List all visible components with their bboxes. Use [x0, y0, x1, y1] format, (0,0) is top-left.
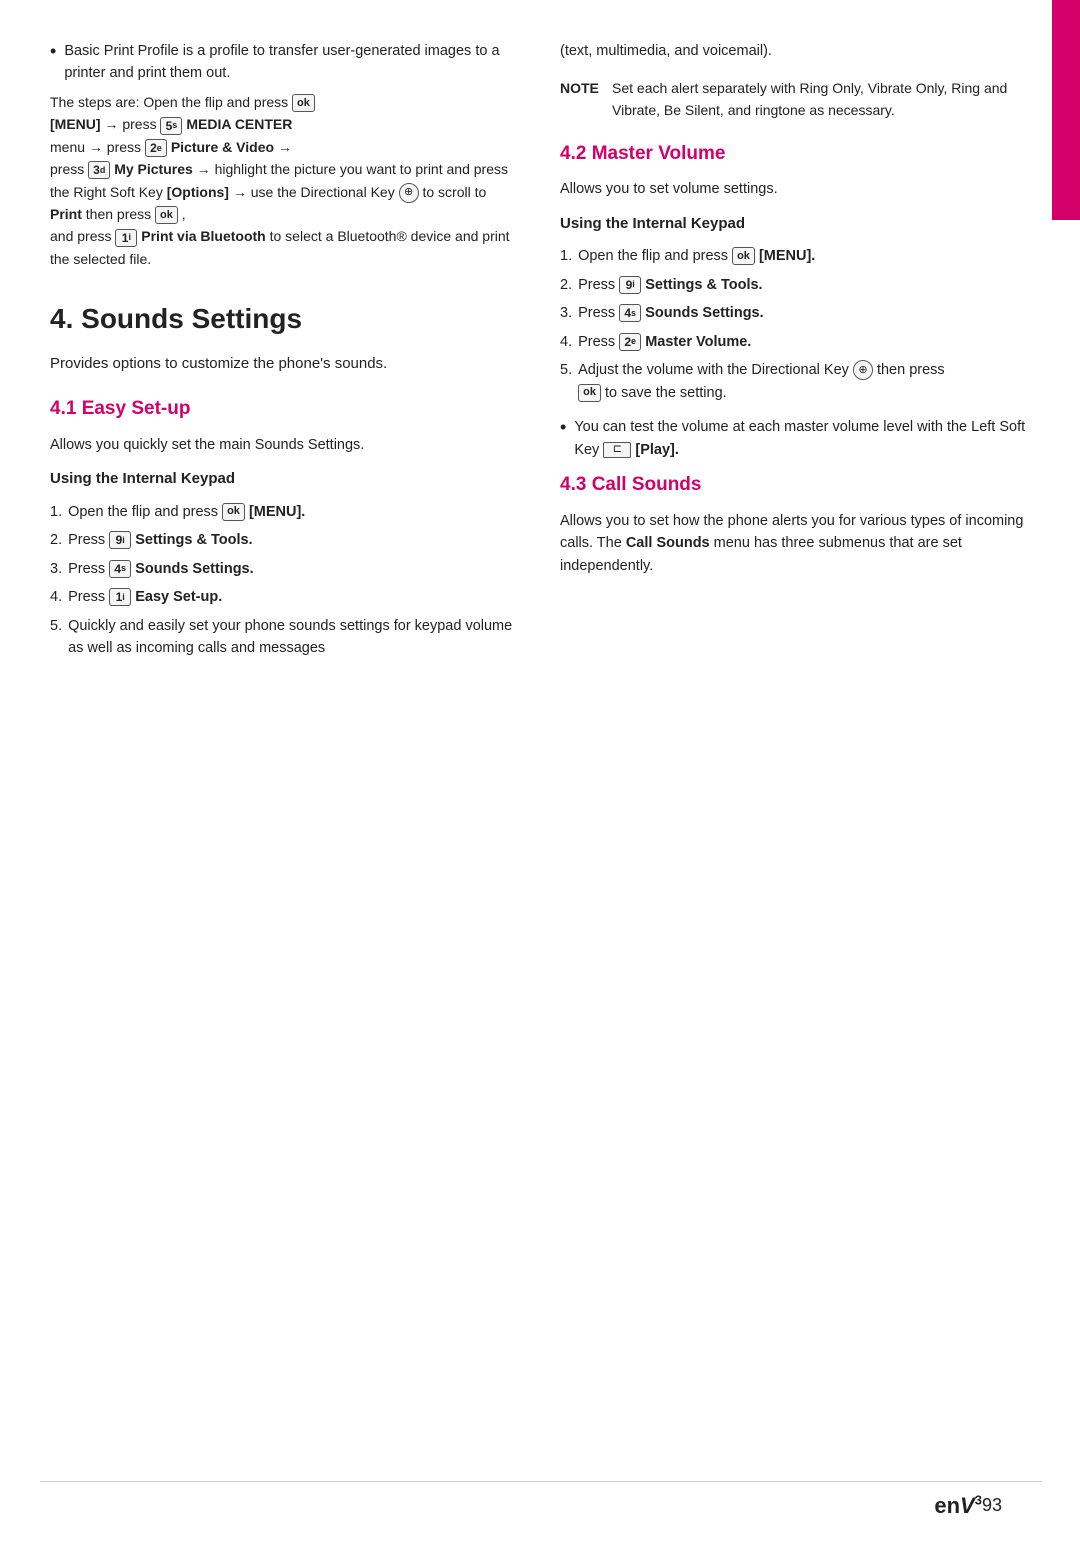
bullet-dot: • [50, 40, 56, 85]
chapter-intro: Provides options to customize the phone'… [50, 352, 520, 375]
comma-label: , [182, 206, 186, 222]
media-center-label: MEDIA CENTER [186, 116, 292, 132]
key-4s: 4s [109, 560, 131, 578]
bullet-dot-42: • [560, 416, 566, 461]
ok-key-s41: ok [222, 503, 245, 521]
options-label: [Options] [167, 184, 229, 200]
section-43-bold: Call Sounds [626, 535, 710, 551]
step-num: 3. [50, 558, 62, 580]
num3-key: 3d [88, 161, 110, 179]
step-num: 2. [50, 529, 62, 551]
num1b-key: 1i [115, 229, 137, 247]
step-content: Press 9i Settings & Tools. [578, 274, 1030, 296]
section-43-heading: 4.3 Call Sounds [560, 471, 1030, 500]
print-label: Print [50, 206, 82, 222]
section-41-intro: Allows you quickly set the main Sounds S… [50, 434, 520, 456]
section-41-heading: 4.1 Easy Set-up [50, 395, 520, 424]
ok-key-s42: ok [732, 247, 755, 265]
dir-key-42: ⊕ [853, 360, 873, 380]
num5-key: 5s [160, 117, 182, 135]
section-42-heading: 4.2 Master Volume [560, 140, 1030, 169]
key-1i: 1i [109, 588, 131, 606]
bullet-42: • You can test the volume at each master… [560, 416, 1030, 461]
use-label: use the Directional Key [251, 184, 399, 200]
step-num: 5. [50, 615, 62, 660]
chapter-heading: 4. Sounds Settings [50, 298, 520, 340]
soft-key-play: ⊏ [603, 442, 631, 458]
right-top-text: (text, multimedia, and voicemail). [560, 40, 1030, 62]
bullet-text-1: Basic Print Profile is a profile to tran… [64, 40, 520, 85]
step-41-1: 1. Open the flip and press ok [MENU]. [50, 501, 520, 523]
step-content: Press 4s Sounds Settings. [68, 558, 520, 580]
step-num: 5. [560, 359, 572, 404]
then-label: then press [86, 206, 155, 222]
ok-key-1: ok [292, 94, 315, 112]
key-2e-42: 2e [619, 333, 641, 351]
bottom-rule [40, 1481, 1042, 1482]
step-content: Open the flip and press ok [MENU]. [68, 501, 520, 523]
step-num: 1. [50, 501, 62, 523]
bluetooth-label: Print via Bluetooth [141, 228, 265, 244]
steps-42-list: 1. Open the flip and press ok [MENU]. 2.… [560, 245, 1030, 404]
press3-label: press [50, 161, 88, 177]
note-text: Set each alert separately with Ring Only… [612, 78, 1030, 121]
note-block: NOTE Set each alert separately with Ring… [560, 78, 1030, 121]
step-num: 4. [560, 331, 572, 353]
menu2-label: menu → press [50, 139, 145, 155]
step-content: Quickly and easily set your phone sounds… [68, 615, 520, 660]
step-41-5: 5. Quickly and easily set your phone sou… [50, 615, 520, 660]
ok-key-2: ok [155, 206, 178, 224]
num2-key: 2e [145, 139, 167, 157]
press-label: press [122, 116, 160, 132]
bullet-42-text: You can test the volume at each master v… [574, 416, 1030, 461]
arrow2-label: → [233, 184, 251, 200]
menu-label-1: [MENU] → [50, 116, 118, 132]
note-label: NOTE [560, 78, 602, 121]
section-tab [1052, 0, 1080, 220]
step-content: Press 1i Easy Set-up. [68, 586, 520, 608]
step-num: 2. [560, 274, 572, 296]
scroll-label: to scroll to [422, 184, 486, 200]
and-label: and press [50, 228, 115, 244]
step-num: 1. [560, 245, 572, 267]
key-9i: 9i [109, 531, 131, 549]
right-column: (text, multimedia, and voicemail). NOTE … [560, 40, 1030, 1492]
step-41-4: 4. Press 1i Easy Set-up. [50, 586, 520, 608]
step-42-4: 4. Press 2e Master Volume. [560, 331, 1030, 353]
step-42-5: 5. Adjust the volume with the Directiona… [560, 359, 1030, 404]
step-content: Press 2e Master Volume. [578, 331, 1030, 353]
steps-41-list: 1. Open the flip and press ok [MENU]. 2.… [50, 501, 520, 660]
picture-video-label: Picture & Video → [171, 139, 292, 155]
top-bullet-section: • Basic Print Profile is a profile to tr… [50, 40, 520, 270]
bullet-item-1: • Basic Print Profile is a profile to tr… [50, 40, 520, 85]
steps-text: The steps are: Open the flip and press o… [50, 91, 520, 270]
step-41-3: 3. Press 4s Sounds Settings. [50, 558, 520, 580]
step-num: 3. [560, 302, 572, 324]
subsection-41-heading: Using the Internal Keypad [50, 468, 520, 491]
step-42-2: 2. Press 9i Settings & Tools. [560, 274, 1030, 296]
step-content: Open the flip and press ok [MENU]. [578, 245, 1030, 267]
steps-intro: The steps are: Open the flip and press [50, 94, 288, 110]
step-42-1: 1. Open the flip and press ok [MENU]. [560, 245, 1030, 267]
brand-logo: enV3 [934, 1489, 982, 1522]
left-column: • Basic Print Profile is a profile to tr… [50, 40, 520, 1492]
step-42-3: 3. Press 4s Sounds Settings. [560, 302, 1030, 324]
section-42-intro: Allows you to set volume settings. [560, 178, 1030, 200]
page: • Basic Print Profile is a profile to tr… [0, 0, 1080, 1552]
subsection-42-heading: Using the Internal Keypad [560, 213, 1030, 236]
step-content: Adjust the volume with the Directional K… [578, 359, 1030, 404]
footer: enV3 93 [0, 1489, 1052, 1522]
dir-key-1: ⊕ [399, 183, 419, 203]
key-4s-42: 4s [619, 304, 641, 322]
key-9i-42: 9i [619, 276, 641, 294]
mypictures-label: My Pictures → [114, 161, 210, 177]
step-content: Press 4s Sounds Settings. [578, 302, 1030, 324]
step-num: 4. [50, 586, 62, 608]
page-number: 93 [982, 1492, 1002, 1519]
step-content: Press 9i Settings & Tools. [68, 529, 520, 551]
step-41-2: 2. Press 9i Settings & Tools. [50, 529, 520, 551]
section-43-intro: Allows you to set how the phone alerts y… [560, 510, 1030, 577]
ok-key-42-5: ok [578, 384, 601, 402]
